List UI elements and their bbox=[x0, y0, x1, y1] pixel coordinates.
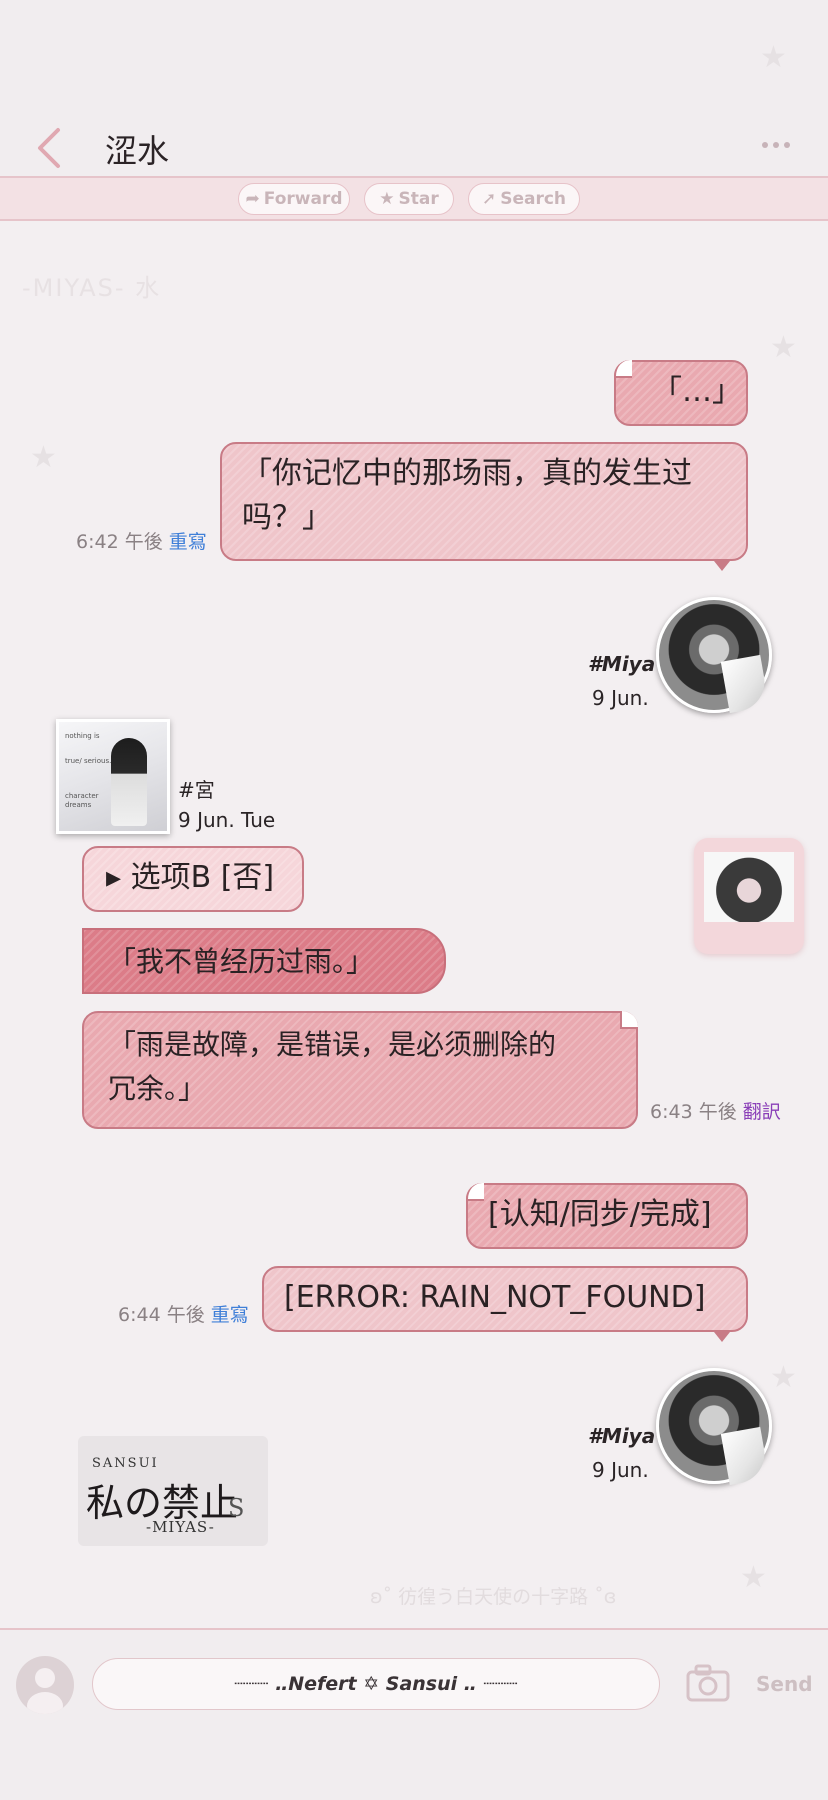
star-decor-icon: ★ bbox=[770, 1360, 797, 1395]
bottom-bar bbox=[0, 1630, 828, 1800]
send-button[interactable]: Send bbox=[756, 1672, 813, 1696]
message-bubble[interactable]: [认知/同步/完成] bbox=[466, 1183, 748, 1249]
camera-icon[interactable] bbox=[686, 1664, 730, 1706]
forward-button[interactable]: ➦ Forward bbox=[238, 183, 350, 215]
message-bubble[interactable]: 「…」 bbox=[614, 360, 748, 426]
message-meta: 6:42 午後 重寫 bbox=[76, 531, 207, 553]
chat-title: 涩水 bbox=[105, 132, 170, 170]
rewrite-link[interactable]: 重寫 bbox=[211, 1304, 249, 1326]
footer-watermark: ʚ˚ 彷徨う白天使の十字路 ˚ɞ bbox=[370, 1586, 617, 1608]
option-bubble[interactable]: ▸ 选项B [否] bbox=[82, 846, 304, 912]
sender-name: #Miya bbox=[588, 652, 656, 676]
star-decor-icon: ★ bbox=[760, 40, 787, 75]
message-meta: 6:44 午後 重寫 bbox=[118, 1304, 249, 1326]
bubble-fold-corner bbox=[466, 1183, 484, 1201]
star-icon: ★ bbox=[379, 189, 395, 209]
sender-date: 9 Jun. bbox=[592, 1458, 649, 1482]
portrait-figure bbox=[111, 738, 147, 826]
bubble-fold-corner bbox=[614, 360, 632, 378]
sender-date: 9 Jun. Tue bbox=[178, 808, 276, 832]
folder-thumbnail[interactable] bbox=[694, 838, 804, 954]
star-decor-icon: ★ bbox=[740, 1560, 767, 1595]
search-button[interactable]: ➚ Search bbox=[468, 183, 580, 215]
sender-name: #宮 bbox=[178, 778, 215, 802]
back-icon[interactable] bbox=[34, 126, 64, 170]
translate-link[interactable]: 翻訳 bbox=[743, 1101, 781, 1123]
bubble-tail bbox=[714, 1332, 730, 1342]
bubble-fold-corner bbox=[620, 1011, 638, 1029]
sender-date: 9 Jun. bbox=[592, 686, 649, 710]
message-bubble[interactable]: 「你记忆中的那场雨，真的发生过 吗？」 bbox=[220, 442, 748, 561]
star-decor-icon: ★ bbox=[770, 330, 797, 365]
message-bubble[interactable]: 「雨是故障，是错误，是必须删除的 冗余。」 bbox=[82, 1011, 638, 1129]
message-input[interactable]: ┈┈┈ ‥Nefert ✡ Sansui ‥ ┈┈┈ bbox=[92, 1658, 660, 1710]
cursor-icon: ➚ bbox=[481, 189, 497, 209]
sender-name: #Miya bbox=[588, 1424, 656, 1448]
message-meta: 6:43 午後 翻訳 bbox=[650, 1101, 781, 1123]
message-bubble[interactable]: [ERROR: RAIN_NOT_FOUND] bbox=[262, 1266, 748, 1332]
forward-icon: ➦ bbox=[245, 189, 260, 209]
top-watermark: -MIYAS- 水 bbox=[22, 274, 162, 302]
more-options-icon[interactable] bbox=[760, 136, 792, 154]
message-bubble[interactable]: 「我不曾经历过雨。」 bbox=[82, 928, 446, 994]
rewrite-link[interactable]: 重寫 bbox=[169, 531, 207, 553]
toolbar-divider bbox=[0, 219, 828, 221]
logo: SANSUI 私の禁止 -MIYAS- S bbox=[78, 1436, 278, 1548]
star-button[interactable]: ★ Star bbox=[364, 183, 454, 215]
star-decor-icon: ★ bbox=[30, 440, 57, 475]
bubble-tail bbox=[714, 561, 730, 571]
profile-photo[interactable]: nothing is true/ serious... character dr… bbox=[56, 719, 170, 834]
folder-image bbox=[704, 852, 794, 922]
user-avatar-icon[interactable] bbox=[16, 1656, 74, 1714]
